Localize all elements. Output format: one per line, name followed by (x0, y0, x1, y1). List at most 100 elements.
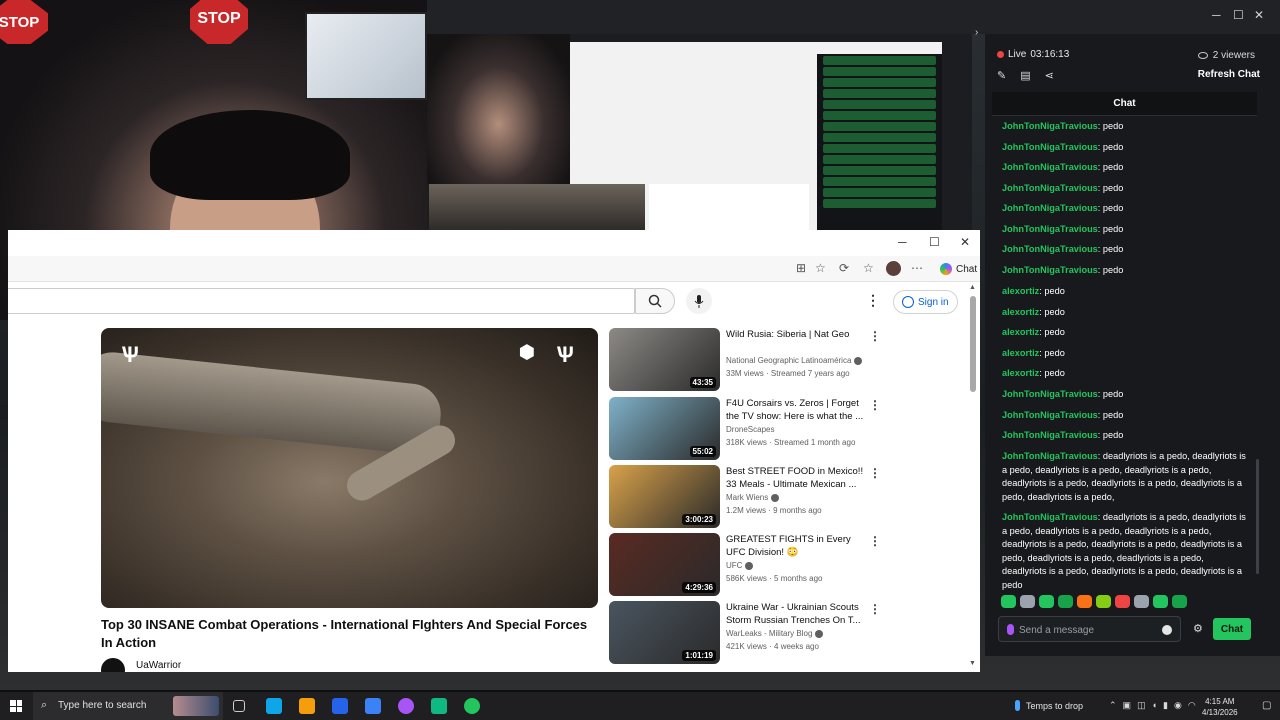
spotify-icon[interactable] (464, 698, 480, 714)
chrome-icon[interactable] (398, 698, 414, 714)
gear-icon[interactable]: ⚙ (1193, 622, 1203, 635)
chevron-right-icon[interactable]: › (975, 27, 978, 38)
emoji-picker-icon[interactable] (1162, 625, 1172, 635)
outer-close-button[interactable]: ✕ (1254, 8, 1264, 22)
wifi-icon[interactable]: ◠ (1188, 700, 1196, 711)
taskbar-clock[interactable]: 4:15 AM 4/13/2026 (1202, 696, 1238, 718)
share-icon[interactable]: ⋖ (1045, 69, 1054, 82)
browser-maximize-button[interactable]: ☐ (929, 235, 940, 249)
scroll-down-icon[interactable]: ▼ (969, 660, 976, 667)
chat-username[interactable]: JohnTonNigaTravious (1002, 183, 1098, 193)
browser-close-button[interactable]: ✕ (960, 235, 970, 249)
recommendation-title[interactable]: Ukraine War - Ukrainian Scouts Storm Rus… (726, 601, 866, 627)
recommendation-item[interactable]: 1:01:19 Ukraine War - Ukrainian Scouts St… (609, 601, 881, 665)
recommendation-title[interactable]: Best STREET FOOD in Mexico!! 33 Meals - … (726, 465, 866, 491)
page-scrollbar[interactable]: ▲ ▼ (969, 284, 977, 670)
send-chat-button[interactable]: Chat (1213, 618, 1251, 640)
emote-icon[interactable] (1172, 595, 1187, 608)
recommendation-item[interactable]: 4:29:36 GREATEST FIGHTS in Every UFC Divi… (609, 533, 881, 597)
video-player[interactable]: Ѱ ⬢ Ѱ (101, 328, 598, 608)
scrollbar-thumb[interactable] (970, 296, 976, 392)
chat-username[interactable]: JohnTonNigaTravious (1002, 265, 1098, 275)
chat-username[interactable]: JohnTonNigaTravious (1002, 121, 1098, 131)
chat-username[interactable]: JohnTonNigaTravious (1002, 142, 1098, 152)
extensions-icon[interactable]: ⟳ (839, 261, 849, 275)
profile-avatar[interactable] (886, 261, 901, 276)
search-button[interactable] (635, 288, 675, 314)
recommendation-title[interactable]: F4U Corsairs vs. Zeros | Forget the TV s… (726, 397, 866, 423)
recommendation-channel[interactable]: DroneScapes (726, 425, 774, 434)
chat-username[interactable]: alexortiz (1002, 348, 1039, 358)
video-thumbnail[interactable]: 43:35 (609, 328, 720, 391)
chat-username[interactable]: JohnTonNigaTravious (1002, 430, 1098, 440)
outer-maximize-button[interactable]: ☐ (1233, 8, 1244, 22)
volume-icon[interactable]: ◖ (1152, 700, 1157, 711)
chat-message-input[interactable] (1019, 621, 1154, 639)
grid-icon[interactable]: ⊞ (796, 261, 806, 275)
search-input[interactable] (8, 288, 635, 314)
recommendation-channel[interactable]: UFC (726, 561, 754, 570)
recommendation-channel[interactable]: National Geographic Latinoamérica (726, 356, 863, 365)
tray-app-icon[interactable]: ▣ (1123, 700, 1132, 711)
sign-in-button[interactable]: Sign in (893, 290, 958, 314)
browser-minimize-button[interactable]: ─ (898, 235, 907, 249)
star-icon[interactable]: ☆ (815, 261, 826, 275)
chat-username[interactable]: JohnTonNigaTravious (1002, 203, 1098, 213)
file-icon[interactable]: ▤ (1020, 69, 1030, 82)
emote-icon[interactable] (1077, 595, 1092, 608)
more-options-icon[interactable]: ⋮ (869, 398, 881, 412)
more-options-icon[interactable]: ⋮ (869, 534, 881, 548)
mail-icon[interactable] (365, 698, 381, 714)
recommendation-item[interactable]: 43:35 Wild Rusia: Siberia | Nat Geo Nation… (609, 328, 881, 392)
settings-kebab-icon[interactable]: ⋮ (866, 292, 880, 309)
chat-username[interactable]: alexortiz (1002, 368, 1039, 378)
emote-icon[interactable] (1115, 595, 1130, 608)
recommendation-channel[interactable]: WarLeaks - Military Blog (726, 629, 824, 638)
recommendation-channel[interactable]: Mark Wiens (726, 493, 780, 502)
emote-icon[interactable] (1153, 595, 1168, 608)
chat-scrollbar[interactable] (1256, 459, 1259, 574)
chevron-up-icon[interactable]: ⌃ (1109, 700, 1117, 711)
more-options-icon[interactable]: ⋮ (869, 602, 881, 616)
chat-username[interactable]: JohnTonNigaTravious (1002, 410, 1098, 420)
favorites-icon[interactable]: ☆ (863, 261, 874, 275)
video-thumbnail[interactable]: 4:29:36 (609, 533, 720, 596)
task-view-icon[interactable] (233, 700, 245, 712)
video-thumbnail[interactable]: 1:01:19 (609, 601, 720, 664)
battery-icon[interactable]: ▮ (1163, 700, 1168, 711)
weather-widget[interactable]: Temps to drop (1015, 700, 1083, 711)
chat-username[interactable]: JohnTonNigaTravious (1002, 512, 1098, 522)
language-icon[interactable]: ◉ (1174, 700, 1182, 711)
emote-icon[interactable] (1001, 595, 1016, 608)
chat-username[interactable]: alexortiz (1002, 327, 1039, 337)
emote-icon[interactable] (1096, 595, 1111, 608)
more-options-icon[interactable]: ⋮ (869, 329, 881, 343)
video-thumbnail[interactable]: 55:02 (609, 397, 720, 460)
pencil-icon[interactable]: ✎ (997, 69, 1006, 82)
chat-username[interactable]: alexortiz (1002, 307, 1039, 317)
file-explorer-icon[interactable] (299, 698, 315, 714)
more-options-icon[interactable]: ⋮ (869, 466, 881, 480)
scroll-up-icon[interactable]: ▲ (969, 284, 976, 291)
emote-icon[interactable] (1020, 595, 1035, 608)
more-icon[interactable]: ⋯ (911, 261, 923, 275)
emote-icon[interactable] (1134, 595, 1149, 608)
store-icon[interactable] (332, 698, 348, 714)
recommendation-title[interactable]: GREATEST FIGHTS in Every UFC Division! 😳 (726, 533, 866, 559)
app-icon[interactable] (431, 698, 447, 714)
recommendation-title[interactable]: Wild Rusia: Siberia | Nat Geo (726, 328, 866, 341)
copilot-chat-button[interactable]: Chat (934, 259, 980, 279)
chat-username[interactable]: JohnTonNigaTravious (1002, 244, 1098, 254)
windows-start-icon[interactable] (10, 700, 22, 712)
video-thumbnail[interactable]: 3:00:23 (609, 465, 720, 528)
emote-icon[interactable] (1058, 595, 1073, 608)
network-icon[interactable]: ◫ (1137, 700, 1146, 711)
chat-username[interactable]: alexortiz (1002, 286, 1039, 296)
channel-name[interactable]: UaWarrior (136, 660, 181, 671)
chat-username[interactable]: JohnTonNigaTravious (1002, 389, 1098, 399)
chat-input-box[interactable] (998, 616, 1181, 642)
outer-minimize-button[interactable]: ─ (1212, 8, 1221, 22)
microphone-icon[interactable] (1007, 624, 1014, 635)
channel-avatar[interactable] (101, 658, 125, 672)
edge-browser-icon[interactable] (266, 698, 282, 714)
